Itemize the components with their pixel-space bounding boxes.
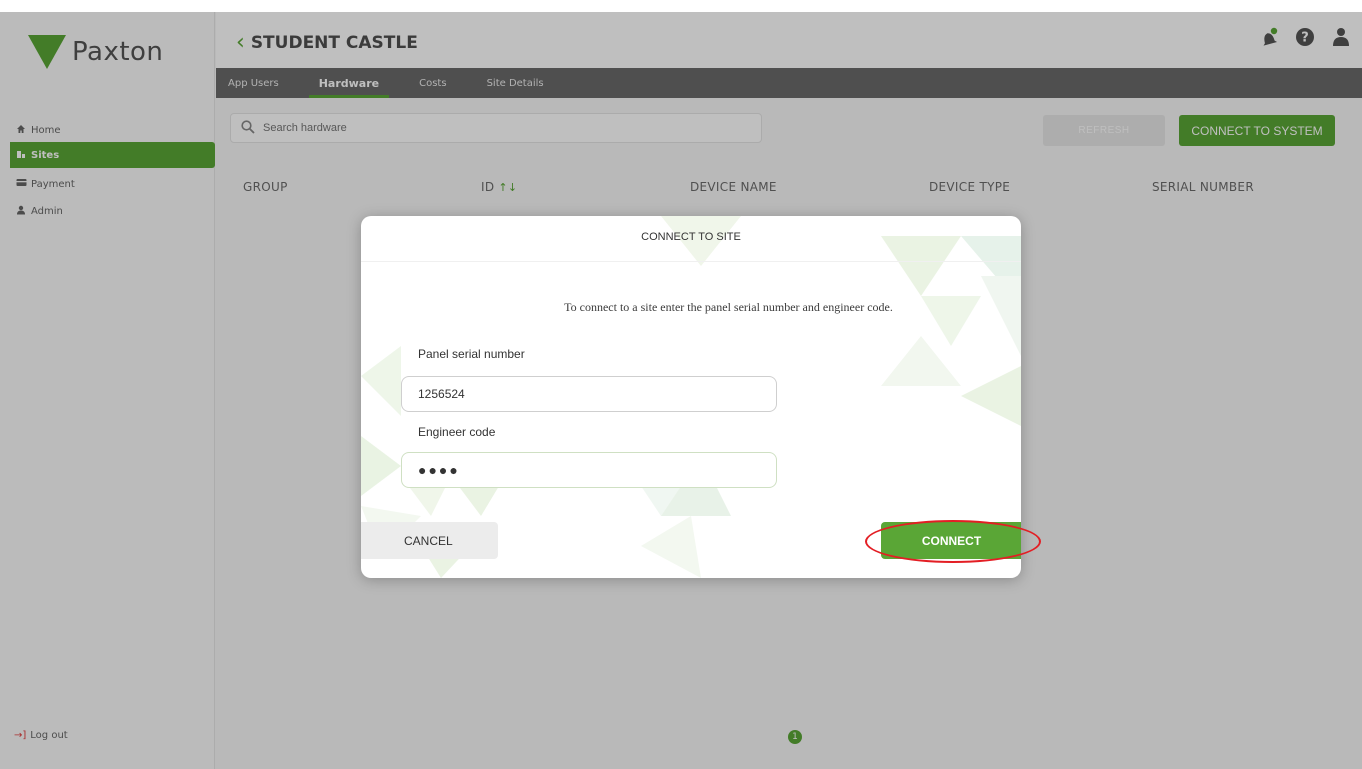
dialog-divider	[361, 261, 1021, 262]
engineer-code-label: Engineer code	[418, 425, 496, 439]
dialog-title: CONNECT TO SITE	[641, 231, 741, 243]
red-highlight-ellipse	[865, 520, 1041, 563]
app-window: Paxton Home Sites Payment Admin →] Log o…	[0, 12, 1362, 769]
serial-number-label: Panel serial number	[418, 347, 525, 361]
serial-number-input[interactable]	[401, 376, 777, 412]
cancel-button[interactable]: CANCEL	[361, 522, 498, 559]
engineer-code-input[interactable]	[401, 452, 777, 488]
dialog-instructions: To connect to a site enter the panel ser…	[564, 300, 893, 314]
